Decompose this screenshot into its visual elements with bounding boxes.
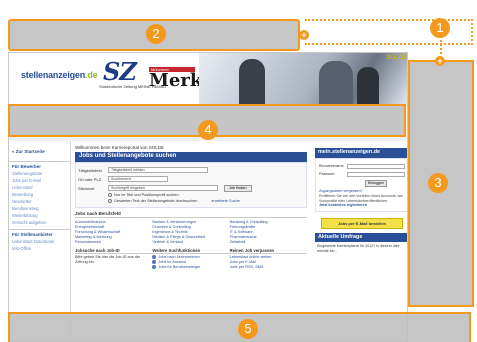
password-input[interactable] [347, 171, 405, 177]
job-search-form: Tätigkeitsfeld Tätigkeitsfeld wählen Ort… [75, 162, 307, 208]
box-title: Jobsuche nach Job-ID [75, 248, 153, 254]
sidebar-item[interactable]: Berufseinstieg [9, 205, 70, 212]
password-label: Passwort [319, 172, 335, 176]
username-input[interactable] [347, 163, 405, 169]
callout-badge-2: 2 [146, 24, 166, 44]
search-title: Jobs und Stellenangebote suchen [75, 152, 307, 162]
banner-photo: SOLDE [199, 53, 407, 105]
field-label: Stichwort [78, 185, 95, 191]
location-input[interactable]: Suchbereich [108, 176, 168, 182]
login-box: Benutzername Passwort Einloggen Zugangsd… [315, 158, 407, 212]
sidebar-item[interactable]: Jobs per E-Mail [9, 177, 70, 184]
field-label: Ort oder PLZ [78, 176, 102, 182]
site-banner: stellenanzeigen.de SZ Süddeutsche Zeitun… [9, 53, 407, 105]
back-to-home-link[interactable]: « Zur Startseite [9, 141, 70, 158]
job-alert-box: Reinen Job verpassen Lebenslauf online s… [229, 248, 307, 270]
radio-icon [108, 199, 112, 203]
field-select[interactable]: Tätigkeitsfeld wählen [108, 167, 208, 173]
website-screenshot: stellenanzeigen.de SZ Süddeutsche Zeitun… [8, 52, 408, 342]
bullet-icon [152, 265, 157, 269]
category-link[interactable]: Zeitarbeit [230, 240, 307, 245]
bullet-icon [152, 255, 157, 259]
sidebar-group-title: Für Bewerber [9, 161, 70, 170]
sz-logo[interactable]: SZ Süddeutsche Zeitung MEINE HEIMAT [99, 57, 167, 95]
sidebar-item[interactable]: Weiterbildung [9, 212, 70, 219]
sidebar-item[interactable]: Lebenslauf-Datenbank [9, 238, 70, 245]
stellenanzeigen-logo[interactable]: stellenanzeigen.de [21, 70, 98, 80]
plus-icon[interactable]: + [299, 30, 309, 40]
more-search-box: Weitere Suchfunktionen Jobs nach Unterne… [152, 248, 230, 270]
callout-badge-3: 3 [428, 173, 448, 193]
section-title: Jobs nach Berufsfeld [75, 211, 307, 218]
sidebar-item[interactable]: Stellenangebote [9, 170, 70, 177]
callout-badge-4: 4 [198, 120, 218, 140]
login-button[interactable]: Einloggen [365, 180, 387, 187]
callout-badge-5: 5 [238, 319, 258, 339]
username-label: Benutzername [319, 164, 344, 168]
category-link[interactable]: Personalwesen [75, 240, 152, 245]
job-id-box: Jobsuche nach Job-ID Bitte geben Sie hie… [75, 248, 153, 270]
sidebar-group-title: Für Stellenanbieter [9, 229, 70, 238]
welcome-text: Willkommen beim Karriereportal von SOLDE [75, 145, 165, 150]
register-text: Profitieren Sie von den Vorteilen eines … [319, 194, 403, 203]
sidebar-item[interactable]: Lebenslauf [9, 184, 70, 191]
person-silhouette [357, 67, 379, 105]
box-title: Reinen Job verpassen [229, 248, 307, 254]
job-mail-button[interactable]: Jobs per E-Mail bestellen [321, 218, 403, 229]
field-label: Tätigkeitsfeld [78, 167, 102, 173]
annotated-screenshot: stellenanzeigen.de SZ Süddeutsche Zeitun… [0, 0, 477, 342]
box-text: Bitte geben Sie hier die Job-ID aus der … [75, 255, 141, 264]
poll-text: Eingesetzte Karrierepfarre für 2012? In … [317, 244, 400, 253]
person-silhouette [319, 61, 353, 105]
box-link[interactable]: Jobs per RSS, SMS [230, 265, 307, 270]
register-link[interactable]: Jetzt kostenlos registrieren [319, 203, 405, 208]
radio-icon [108, 193, 112, 197]
bullet-icon [152, 260, 157, 264]
login-title: mein.stellenanzeigen.de [315, 148, 407, 158]
sidebar-item[interactable]: Newsletter [9, 198, 70, 205]
plus-icon[interactable]: + [435, 56, 445, 66]
poll-title: Aktuelle Umfrage [315, 233, 407, 242]
radio-full-text[interactable]: Gesamten Text der Stellenangebote durchs… [108, 199, 304, 205]
box-link[interactable]: Jobs für Berufseinsteiger [152, 265, 229, 270]
feature-boxes: Jobsuche nach Job-ID Bitte geben Sie hie… [75, 248, 307, 270]
sidebar-item[interactable]: Gesucht aufgeben [9, 219, 70, 226]
banner-badge: SOLDE [386, 55, 407, 61]
sidebar-item[interactable]: Info-Office [9, 245, 70, 252]
person-silhouette [239, 59, 265, 105]
callout-badge-1: 1 [430, 18, 450, 38]
search-button[interactable]: Job finden [224, 184, 252, 192]
advanced-search-link[interactable]: erweiterte Suche [211, 199, 240, 203]
category-link[interactable]: Vertrieb & Verkauf [152, 240, 229, 245]
sidebar-item[interactable]: Bewerbung [9, 191, 70, 198]
category-columns: Automobilbranche Energiewirtschaft Forsc… [75, 218, 307, 245]
box-title: Weitere Suchfunktionen [152, 248, 230, 254]
keyword-input[interactable]: Suchbegriff eingeben [108, 185, 218, 191]
